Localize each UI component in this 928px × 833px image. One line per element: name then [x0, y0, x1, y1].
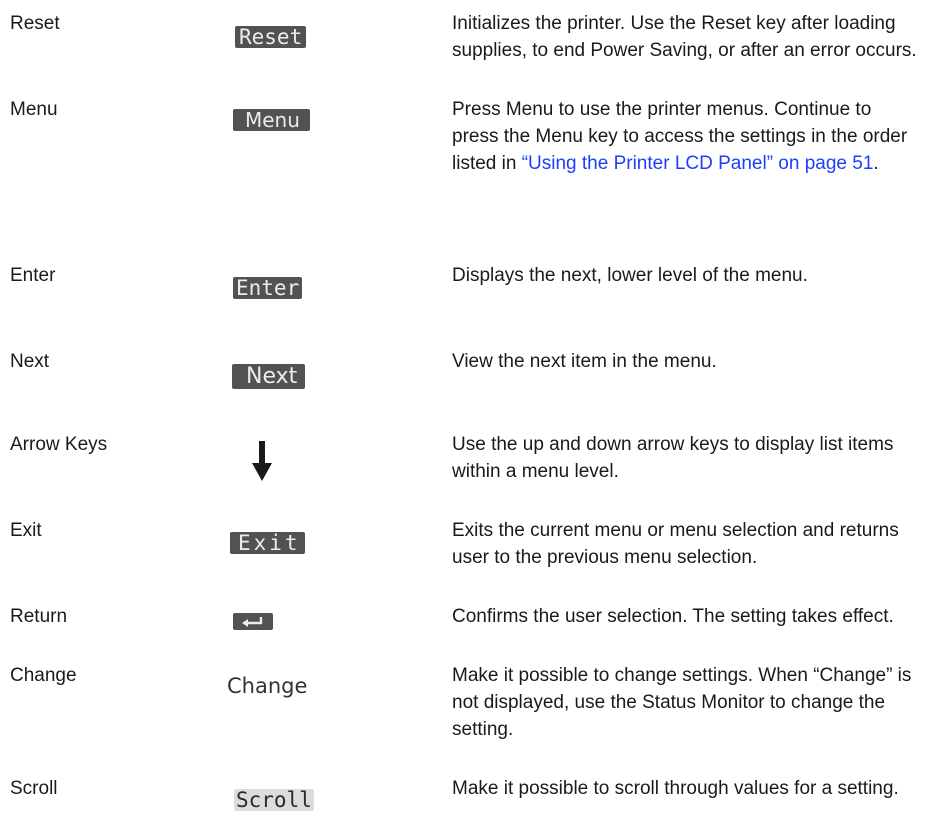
key-description: Use the up and down arrow keys to displa…: [452, 434, 894, 482]
key-description: Confirms the user selection. The setting…: [452, 606, 894, 627]
next-key-icon: Next: [232, 364, 306, 389]
key-description: Exits the current menu or menu selection…: [452, 520, 899, 568]
key-description: View the next item in the menu.: [452, 351, 717, 372]
scroll-key-icon: Scroll: [234, 788, 314, 812]
return-arrow-icon: [233, 613, 273, 630]
key-description: Initializes the printer. Use the Reset k…: [452, 13, 917, 61]
key-description: Make it possible to change settings. Whe…: [452, 665, 912, 740]
key-name: Menu: [10, 99, 58, 120]
reset-key-icon: Reset: [235, 26, 307, 48]
change-key-icon: Change: [227, 674, 308, 698]
key-name: Arrow Keys: [10, 434, 108, 455]
key-description: Displays the next, lower level of the me…: [452, 265, 808, 286]
key-description: Make it possible to scroll through value…: [452, 778, 899, 799]
key-name: Next: [10, 351, 50, 372]
enter-key-icon: Enter: [233, 277, 303, 299]
description-text: .: [873, 153, 879, 174]
key-description: Press Menu to use the printer menus. Con…: [452, 96, 922, 177]
down-arrow-icon: [252, 441, 272, 481]
key-name: Change: [10, 665, 77, 686]
key-name: Exit: [10, 520, 42, 541]
exit-key-icon: Exit: [230, 532, 305, 554]
key-name: Reset: [10, 13, 60, 34]
key-name: Return: [10, 606, 68, 627]
key-name: Scroll: [10, 778, 58, 799]
key-name: Enter: [10, 265, 56, 286]
page-link[interactable]: “Using the Printer LCD Panel” on page 51: [522, 153, 874, 174]
menu-key-icon: Menu: [233, 109, 310, 131]
